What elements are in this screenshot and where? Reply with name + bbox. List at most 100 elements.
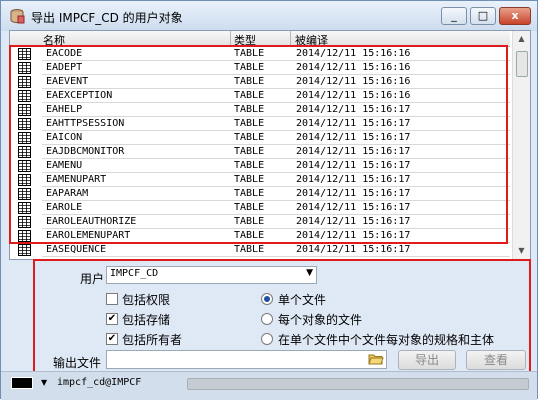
table-row[interactable]: EAEVENT TABLE 2014/12/11 15:16:16 [10,75,510,89]
table-icon [18,118,31,130]
output-file-input[interactable] [106,350,387,369]
table-row[interactable]: EAMENU TABLE 2014/12/11 15:16:17 [10,159,510,173]
table-icon [18,48,31,60]
object-type: TABLE [234,76,265,87]
object-name: EAHTTPSESSION [46,118,125,129]
include-privileges-label[interactable]: 包括权限 [122,291,170,308]
table-row[interactable]: EACODE TABLE 2014/12/11 15:16:16 [10,47,510,61]
object-type: TABLE [234,146,265,157]
object-name: EAPARAM [46,188,89,199]
object-compiled: 2014/12/11 15:16:17 [296,216,411,227]
database-icon [10,9,25,24]
object-type: TABLE [234,160,265,171]
view-button[interactable]: 查看 [466,350,526,370]
status-bar: ▼ impcf_cd@IMPCF [1,371,537,400]
minimize-button[interactable]: _ [441,7,467,25]
export-button[interactable]: 导出 [398,350,456,370]
per-object-file-radio[interactable] [261,313,273,325]
chevron-down-icon[interactable]: ▼ [306,268,313,278]
table-icon [18,216,31,228]
table-icon [18,62,31,74]
connection-chevron-icon[interactable]: ▼ [41,378,47,387]
table-header: 名称 类型 被编译 [10,31,510,47]
table-icon [18,174,31,186]
user-label: 用户 [80,272,105,286]
column-header-type[interactable]: 类型 [234,32,256,48]
table-icon [18,244,31,256]
object-name: EAMENU [46,160,83,171]
row-divider [42,256,510,257]
object-type: TABLE [234,188,265,199]
object-type: TABLE [234,202,265,213]
single-file-label[interactable]: 单个文件 [278,291,326,308]
object-type: TABLE [234,62,265,73]
user-select-value: IMPCF_CD [110,268,159,279]
object-compiled: 2014/12/11 15:16:16 [296,48,411,59]
object-name: EAROLEMENUPART [46,230,131,241]
color-swatch[interactable] [11,377,33,389]
include-storage-checkbox[interactable]: ✔ [106,313,118,325]
table-icon [18,188,31,200]
object-compiled: 2014/12/11 15:16:17 [296,202,411,213]
table-row[interactable]: EAPARAM TABLE 2014/12/11 15:16:17 [10,187,510,201]
folder-open-icon[interactable] [368,352,384,366]
export-user-objects-window: 导出 IMPCF_CD 的用户对象 _ □ x 名称 类型 被编译 EACODE… [0,0,538,400]
object-type: TABLE [234,216,265,227]
objects-table[interactable]: 名称 类型 被编译 EACODE TABLE 2014/12/11 15:16:16… [9,30,531,260]
object-name: EASEQUENCE [46,244,107,255]
object-name: EAEVENT [46,76,89,87]
table-row[interactable]: EAMENUPART TABLE 2014/12/11 15:16:17 [10,173,510,187]
object-type: TABLE [234,174,265,185]
scroll-up-icon[interactable]: ▲ [513,31,530,47]
scroll-down-icon[interactable]: ▼ [513,243,530,259]
table-row[interactable]: EAHELP TABLE 2014/12/11 15:16:17 [10,103,510,117]
spec-body-radio[interactable] [261,333,273,345]
object-compiled: 2014/12/11 15:16:17 [296,160,411,171]
column-header-name[interactable]: 名称 [43,32,65,48]
table-icon [18,76,31,88]
table-row[interactable]: EAHTTPSESSION TABLE 2014/12/11 15:16:17 [10,117,510,131]
include-privileges-checkbox[interactable] [106,293,118,305]
table-icon [18,104,31,116]
maximize-button[interactable]: □ [470,7,496,25]
object-type: TABLE [234,118,265,129]
include-owner-label[interactable]: 包括所有者 [122,331,182,348]
object-name: EAMENUPART [46,174,107,185]
table-row[interactable]: EAICON TABLE 2014/12/11 15:16:17 [10,131,510,145]
object-compiled: 2014/12/11 15:16:16 [296,76,411,87]
object-type: TABLE [234,244,265,255]
table-row[interactable]: EAROLE TABLE 2014/12/11 15:16:17 [10,201,510,215]
table-row[interactable]: EASEQUENCE TABLE 2014/12/11 15:16:17 [10,243,510,257]
vertical-scrollbar[interactable]: ▲ ▼ [512,31,530,259]
object-compiled: 2014/12/11 15:16:17 [296,230,411,241]
column-header-compiled[interactable]: 被编译 [295,32,328,48]
include-owner-checkbox[interactable]: ✔ [106,333,118,345]
table-row[interactable]: EAJDBCMONITOR TABLE 2014/12/11 15:16:17 [10,145,510,159]
object-name: EAICON [46,132,83,143]
object-name: EAROLEAUTHORIZE [46,216,137,227]
include-storage-label[interactable]: 包括存储 [122,311,170,328]
table-row[interactable]: EAROLEMENUPART TABLE 2014/12/11 15:16:17 [10,229,510,243]
table-icon [18,202,31,214]
object-compiled: 2014/12/11 15:16:16 [296,90,411,101]
per-object-file-label[interactable]: 每个对象的文件 [278,311,362,328]
object-compiled: 2014/12/11 15:16:17 [296,118,411,129]
object-compiled: 2014/12/11 15:16:16 [296,62,411,73]
output-file-label: 输出文件 [53,356,102,370]
object-type: TABLE [234,132,265,143]
object-type: TABLE [234,230,265,241]
table-row[interactable]: EADEPT TABLE 2014/12/11 15:16:16 [10,61,510,75]
title-bar[interactable]: 导出 IMPCF_CD 的用户对象 _ □ x [1,1,537,31]
table-row[interactable]: EAEXCEPTION TABLE 2014/12/11 15:16:16 [10,89,510,103]
close-button[interactable]: x [499,7,531,25]
spec-body-label[interactable]: 在单个文件中个文件每对象的规格和主体 [278,331,494,348]
object-name: EADEPT [46,62,83,73]
object-type: TABLE [234,104,265,115]
table-row[interactable]: EAROLEAUTHORIZE TABLE 2014/12/11 15:16:17 [10,215,510,229]
table-icon [18,146,31,158]
scroll-thumb[interactable] [516,51,528,77]
object-compiled: 2014/12/11 15:16:17 [296,188,411,199]
user-select[interactable]: IMPCF_CD ▼ [106,266,317,284]
object-name: EACODE [46,48,83,59]
single-file-radio[interactable] [261,293,273,305]
